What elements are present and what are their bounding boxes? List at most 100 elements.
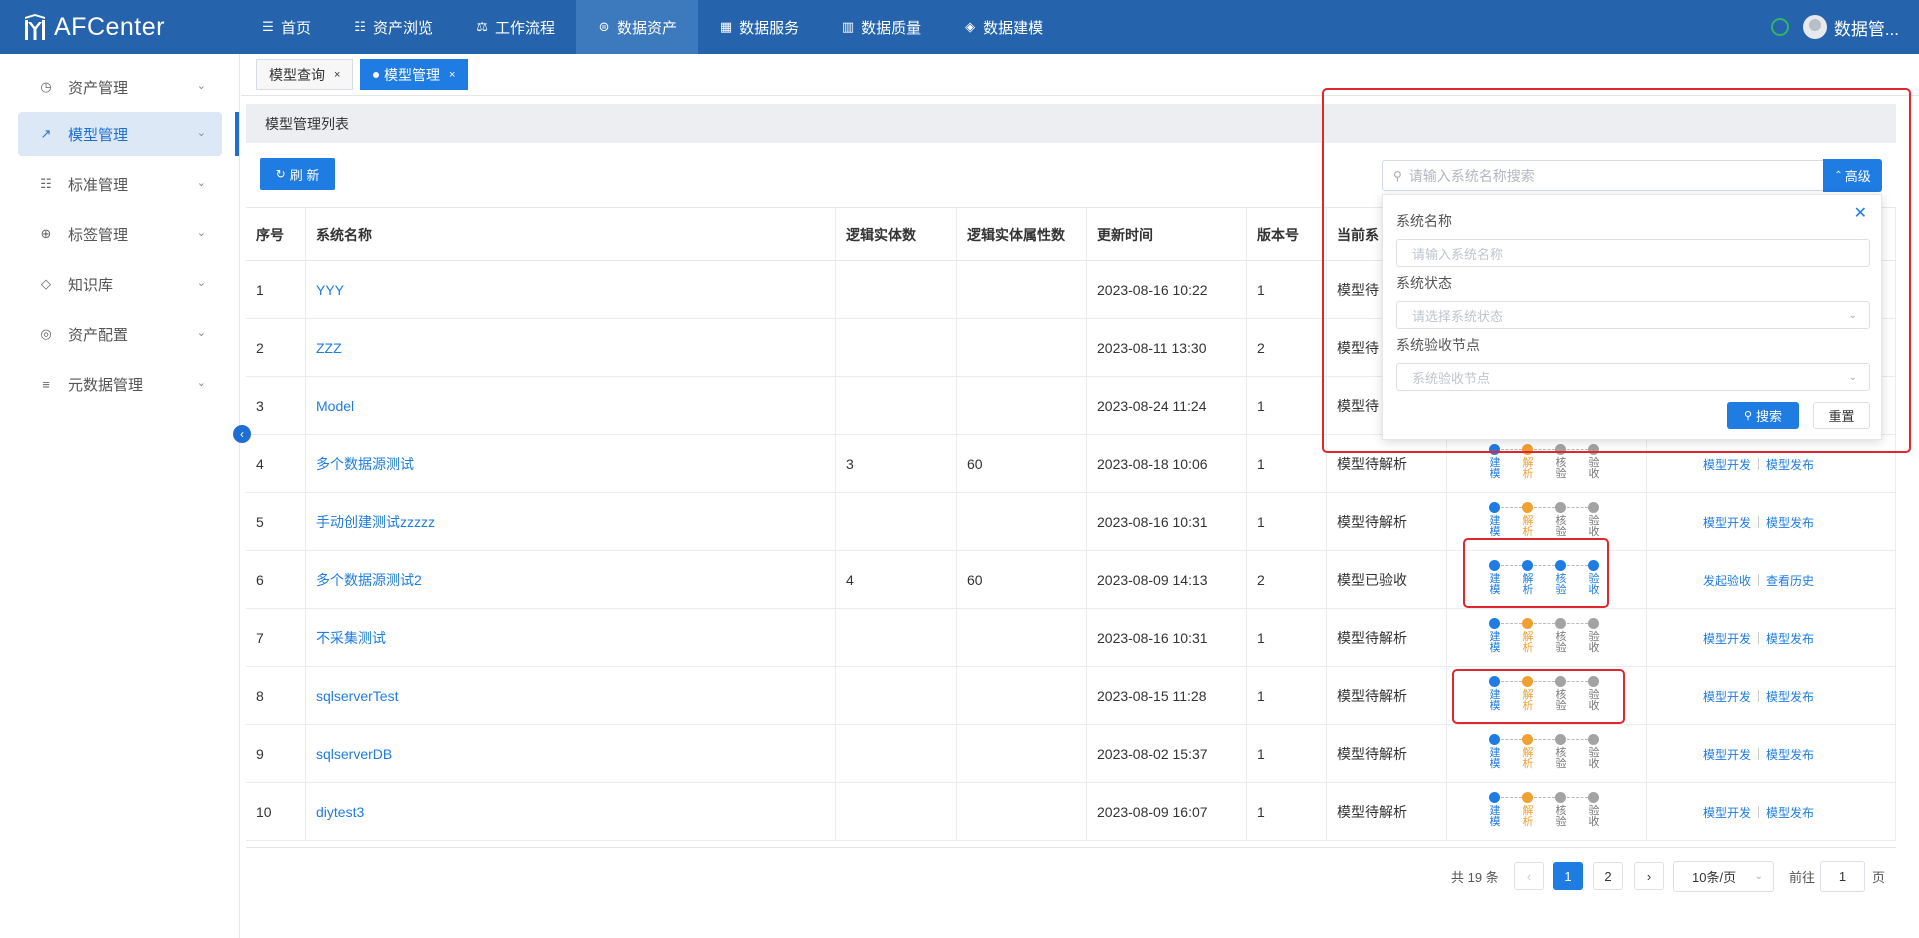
system-status-select[interactable]: 请选择系统状态 ⌄	[1396, 301, 1870, 329]
close-icon[interactable]: ×	[449, 69, 455, 81]
nav-item[interactable]: ▥ 数据质量	[820, 0, 942, 54]
op-link[interactable]: 模型开发	[1703, 514, 1751, 531]
system-name-link[interactable]: sqlserverDB	[306, 725, 836, 783]
nav-item[interactable]: ◈ 数据建模	[942, 0, 1064, 54]
system-name-link[interactable]: Model	[306, 377, 836, 435]
op-link[interactable]: 模型开发	[1703, 688, 1751, 705]
column-header[interactable]: 逻辑实体数	[836, 208, 957, 262]
app-logo[interactable]: AFCenter	[0, 13, 240, 42]
system-name-link[interactable]: YYY	[306, 261, 836, 319]
op-link[interactable]: 模型开发	[1703, 456, 1751, 473]
refresh-button[interactable]: ↻ 刷 新	[260, 158, 335, 190]
column-header[interactable]: 版本号	[1247, 208, 1327, 262]
system-name-link[interactable]: sqlserverTest	[306, 667, 836, 725]
reset-button[interactable]: 重置	[1813, 402, 1870, 429]
gear-icon[interactable]	[1770, 18, 1789, 36]
system-name-link[interactable]: diytest3	[306, 783, 836, 841]
system-name-input[interactable]: 请输入系统名称	[1396, 239, 1870, 267]
collapse-sidebar-button[interactable]: ‹	[233, 425, 251, 443]
nav-item[interactable]: ⚖ 工作流程	[454, 0, 576, 54]
sidebar-item[interactable]: ☷ 标准管理 ⌄	[18, 162, 222, 206]
system-name-link[interactable]: 手动创建测试zzzzz	[306, 493, 836, 551]
column-header[interactable]: 序号	[246, 208, 306, 262]
flow-steps-cell: 建模解析核验验收	[1447, 783, 1647, 841]
op-link[interactable]: 查看历史	[1766, 572, 1814, 589]
page-button[interactable]: 1	[1553, 862, 1583, 890]
op-link[interactable]: 模型开发	[1703, 630, 1751, 647]
table-cell: 模型待解析	[1327, 725, 1447, 783]
sidebar-item[interactable]: ◇ 知识库 ⌄	[18, 262, 222, 306]
op-link[interactable]: 模型发布	[1766, 746, 1814, 763]
system-name-link[interactable]: ZZZ	[306, 319, 836, 377]
op-link[interactable]: 模型发布	[1766, 688, 1814, 705]
system-name-link[interactable]: 多个数据源测试2	[306, 551, 836, 609]
page-size-value: 10条/页	[1692, 870, 1737, 885]
page-size-select[interactable]: 10条/页 ⌄	[1673, 861, 1774, 892]
op-link[interactable]: 模型发布	[1766, 514, 1814, 531]
op-link[interactable]: 模型发布	[1766, 804, 1814, 821]
flow-step-label: 建模	[1489, 515, 1501, 538]
divider	[1758, 516, 1760, 528]
user-name[interactable]: 数据管...	[1834, 15, 1899, 40]
nav-item[interactable]: ⊜ 数据资产	[576, 0, 699, 54]
table-cell: 6	[246, 551, 306, 609]
table-cell: 60	[957, 551, 1087, 609]
search-button[interactable]: ⚲ 搜索	[1727, 402, 1799, 429]
chevron-down-icon: ⌄	[196, 80, 206, 92]
app-title: AFCenter	[54, 12, 165, 41]
avatar[interactable]	[1802, 15, 1827, 39]
sidebar-item[interactable]: ◎ 资产配置 ⌄	[18, 312, 222, 356]
flow-connector	[1567, 449, 1588, 450]
tab-model-query[interactable]: 模型查询 ×	[256, 59, 354, 90]
flow-connector	[1534, 797, 1555, 798]
flow-connector	[1501, 739, 1522, 740]
nav-item[interactable]: ☰ 首页	[240, 0, 332, 54]
reset-button-label: 重置	[1828, 409, 1855, 424]
prev-page-button[interactable]: ‹	[1514, 862, 1544, 890]
nav-label: 工作流程	[495, 19, 556, 37]
table-cell: 3	[246, 377, 306, 435]
flow-connector	[1501, 449, 1522, 450]
system-name-label: 系统名称	[1396, 213, 1452, 229]
table-cell	[836, 319, 957, 377]
goto-page-input[interactable]: 1	[1820, 861, 1865, 892]
clock-icon: ◷	[40, 79, 52, 94]
column-header[interactable]: 逻辑实体属性数	[957, 208, 1087, 262]
sidebar-item[interactable]: ⊕ 标签管理 ⌄	[18, 212, 222, 256]
flow-step-label: 验收	[1588, 805, 1600, 828]
table-row: 5 手动创建测试zzzzz 2023-08-16 10:31 1 模型待解析 建模 解析 核验…	[246, 493, 1896, 551]
nav-item[interactable]: ☷ 资产浏览	[332, 0, 454, 54]
table-cell	[957, 493, 1087, 551]
op-link[interactable]: 模型开发	[1703, 804, 1751, 821]
flow-step-dot	[1522, 676, 1533, 687]
next-page-button[interactable]: ›	[1634, 862, 1664, 890]
sidebar-item[interactable]: ◷ 资产管理 ⌄	[18, 65, 222, 109]
table-cell: 2023-08-16 10:31	[1087, 493, 1247, 551]
close-icon[interactable]: ×	[334, 69, 340, 81]
sidebar-item[interactable]: ↗ 模型管理 ⌄	[18, 112, 222, 156]
column-header[interactable]: 更新时间	[1087, 208, 1247, 262]
advanced-search-button[interactable]: ⌃ 高级	[1823, 159, 1882, 192]
system-name-link[interactable]: 多个数据源测试	[306, 435, 836, 493]
op-link[interactable]: 模型开发	[1703, 746, 1751, 763]
column-header[interactable]: 系统名称	[306, 208, 836, 262]
flow-step-dot	[1555, 502, 1566, 513]
nav-label: 数据服务	[739, 19, 800, 37]
search-input[interactable]: ⚲ 请输入系统名称搜索	[1382, 160, 1824, 191]
close-icon[interactable]: ✕	[1854, 203, 1867, 223]
op-link[interactable]: 模型发布	[1766, 456, 1814, 473]
search-icon: ⚲	[1743, 410, 1753, 422]
op-link[interactable]: 模型发布	[1766, 630, 1814, 647]
op-link[interactable]: 发起验收	[1703, 572, 1751, 589]
table-cell: 7	[246, 609, 306, 667]
flow-step-label: 核验	[1555, 747, 1567, 770]
flow-step-label: 验收	[1588, 457, 1600, 480]
tab-model-manage[interactable]: 模型管理 ×	[360, 59, 469, 90]
flow-steps: 建模解析核验验收	[1489, 440, 1600, 488]
sidebar-item[interactable]: ≡ 元数据管理 ⌄	[18, 362, 222, 406]
system-name-link[interactable]: 不采集测试	[306, 609, 836, 667]
nav-item[interactable]: ▦ 数据服务	[698, 0, 820, 54]
sidebar-item-label: 模型管理	[68, 126, 129, 144]
acceptance-node-select[interactable]: 系统验收节点 ⌄	[1396, 363, 1870, 391]
page-button[interactable]: 2	[1593, 862, 1623, 890]
